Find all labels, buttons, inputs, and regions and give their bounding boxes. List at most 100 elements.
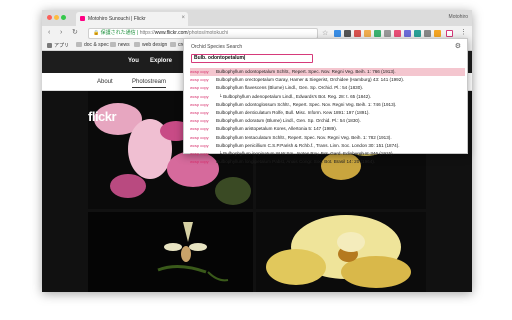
results-list: wcsp copy Bulbophyllum odontopetalum Schl…	[190, 68, 465, 166]
extension-icon[interactable]	[394, 30, 401, 37]
minimize-window-button[interactable]	[54, 15, 59, 20]
species-citation: Bulbophyllum denticulatum Rolfe, Bull. M…	[216, 109, 370, 115]
result-row[interactable]: wcsp copy Bulbophyllum orectopetalum Gara…	[190, 76, 465, 84]
folder-icon	[134, 42, 140, 47]
extension-icon[interactable]	[354, 30, 361, 37]
lock-icon: 🔒	[93, 30, 100, 36]
result-row[interactable]: wcsp copy Bulbophyllum longipetalum Pabst…	[190, 158, 465, 166]
gear-icon[interactable]: ⚙	[455, 42, 461, 50]
species-citation: Bulbophyllum inopinatum W.W.Sm., Notes R…	[223, 150, 394, 156]
result-row[interactable]: wcsp copy Bulbophyllum penicillium C.S.P.…	[190, 142, 465, 150]
species-name: Bulbophyllum penicillium C.S.P.Parish & …	[216, 143, 400, 148]
species-citation: Bulbophyllum odontopetalum Schltr., Repe…	[216, 69, 396, 74]
species-name: Bulbophyllum adenopetalum Lindl., Edward…	[223, 94, 371, 99]
flickr-favicon-icon	[80, 16, 85, 21]
nav-explore[interactable]: Explore	[150, 58, 172, 64]
species-name: Bulbophyllum odoratum (Blume) Lindl., Ge…	[216, 118, 361, 123]
browser-menu-icon[interactable]: ⋮	[460, 29, 467, 37]
bookmark-item[interactable]: アプリ	[47, 42, 69, 49]
species-citation: Bulbophyllum penicillium C.S.P.Parish & …	[216, 142, 400, 148]
species-name: Bulbophyllum aristopetalum Kores, Allert…	[216, 126, 337, 131]
wcsp-copy-link[interactable]: wcsp copy	[190, 84, 216, 92]
wcsp-copy-link[interactable]: wcsp copy	[190, 109, 216, 117]
result-row[interactable]: wcsp copy Bulbophyllum denticulatum Rolfe…	[190, 109, 465, 117]
species-citation: Bulbophyllum aristopetalum Kores, Allert…	[216, 126, 338, 132]
photo-white-orchid[interactable]	[88, 212, 253, 292]
reload-button[interactable]: ↻	[72, 29, 78, 37]
wcsp-copy-link[interactable]: wcsp copy	[190, 142, 216, 150]
species-name: Bulbophyllum odontoglossum Schltr., Repe…	[216, 102, 396, 107]
wcsp-copy-link[interactable]: wcsp copy	[190, 93, 216, 101]
wcsp-copy-link[interactable]: wcsp copy	[190, 68, 216, 76]
bookmark-item[interactable]: web design	[134, 42, 167, 48]
orchid-search-popup: Orchid Species Search ⚙ Bulb. odontopeta…	[183, 38, 468, 164]
maximize-window-button[interactable]	[61, 15, 66, 20]
extension-icon[interactable]	[384, 30, 391, 37]
bookmark-item[interactable]: doc & spec	[76, 42, 109, 48]
species-name: Bulbophyllum flavescens (Blume) Lindl., …	[216, 85, 363, 90]
species-citation: Bulbophyllum flavescens (Blume) Lindl., …	[216, 85, 364, 91]
tab-about[interactable]: About	[97, 79, 113, 85]
result-row[interactable]: wcsp copy Bulbophyllum aristopetalum Kore…	[190, 125, 465, 133]
extension-icon[interactable]	[414, 30, 421, 37]
extension-icon[interactable]	[404, 30, 411, 37]
bookmark-star-icon[interactable]: ☆	[322, 29, 328, 37]
extension-icon[interactable]	[424, 30, 431, 37]
tab-title: Motohiro Sunouchi | Flickr	[88, 16, 146, 22]
url-path: /photos/motokuchi	[187, 30, 229, 36]
url-protocol: https://	[139, 30, 155, 36]
wcsp-copy-link[interactable]: wcsp copy	[190, 158, 216, 166]
folder-icon	[76, 42, 82, 47]
result-row[interactable]: wcsp copy └ Bulbophyllum inopinatum W.W.…	[190, 150, 465, 158]
wcsp-copy-link[interactable]: wcsp copy	[190, 125, 216, 133]
close-tab-icon[interactable]: ×	[181, 15, 185, 21]
wcsp-copy-link[interactable]: wcsp copy	[190, 150, 216, 158]
species-name: Bulbophyllum tentaculatum Schltr., Reper…	[216, 135, 392, 140]
extension-icon[interactable]	[364, 30, 371, 37]
species-citation: Bulbophyllum orectopetalum Garay, Hamer …	[216, 77, 405, 83]
folder-icon	[110, 42, 116, 47]
forward-button[interactable]: ›	[60, 29, 62, 37]
extension-icon[interactable]	[334, 30, 341, 37]
wcsp-copy-link[interactable]: wcsp copy	[190, 117, 216, 125]
species-citation: Bulbophyllum longipetalum Pabst, Anais C…	[216, 159, 376, 165]
profile-name[interactable]: Motohiro	[449, 14, 468, 20]
species-name: Bulbophyllum odontopetalum Schltr., Repe…	[216, 69, 396, 74]
nav-you[interactable]: You	[128, 58, 139, 64]
species-search-input[interactable]: Bulb. odontopetalum|	[191, 54, 313, 63]
tab-photostream[interactable]: Photostream	[132, 79, 167, 88]
result-row[interactable]: wcsp copy Bulbophyllum tentaculatum Schlt…	[190, 134, 465, 142]
back-button[interactable]: ‹	[48, 29, 50, 37]
orchid-search-extension-icon[interactable]	[446, 30, 453, 37]
security-label: 保護された通信	[100, 30, 136, 36]
extension-icon[interactable]	[374, 30, 381, 37]
result-row[interactable]: wcsp copy Bulbophyllum odoratum (Blume) L…	[190, 117, 465, 125]
wcsp-copy-link[interactable]: wcsp copy	[190, 101, 216, 109]
wcsp-copy-link[interactable]: wcsp copy	[190, 134, 216, 142]
tab-bar: Motohiro Sunouchi | Flickr × Motohiro	[42, 10, 472, 26]
extension-icon[interactable]	[344, 30, 351, 37]
result-row[interactable]: wcsp copy Bulbophyllum odontoglossum Schl…	[190, 101, 465, 109]
popup-title: Orchid Species Search	[191, 44, 243, 50]
species-name: Bulbophyllum longipetalum Pabst, Anais C…	[216, 159, 375, 164]
extension-icon[interactable]	[434, 30, 441, 37]
url-host: www.flickr.com	[154, 30, 188, 36]
species-name: Bulbophyllum denticulatum Rolfe, Bull. M…	[216, 110, 370, 115]
species-citation: Bulbophyllum odontoglossum Schltr., Repe…	[216, 101, 397, 107]
species-citation: Bulbophyllum tentaculatum Schltr., Reper…	[216, 134, 392, 140]
species-citation: Bulbophyllum adenopetalum Lindl., Edward…	[223, 93, 372, 99]
tab-flickr[interactable]: Motohiro Sunouchi | Flickr ×	[76, 12, 188, 26]
wcsp-copy-link[interactable]: wcsp copy	[190, 76, 216, 84]
species-citation: Bulbophyllum odoratum (Blume) Lindl., Ge…	[216, 118, 361, 124]
bookmark-item[interactable]: news	[110, 42, 130, 48]
result-row[interactable]: wcsp copy Bulbophyllum odontopetalum Schl…	[190, 68, 465, 77]
folder-icon	[170, 42, 176, 47]
flickr-logo[interactable]: flickr	[88, 109, 117, 124]
result-row[interactable]: wcsp copy Bulbophyllum flavescens (Blume)…	[190, 84, 465, 92]
close-window-button[interactable]	[47, 15, 52, 20]
apps-icon	[47, 43, 52, 48]
species-name: Bulbophyllum orectopetalum Garay, Hamer …	[216, 77, 404, 82]
photo-yellow-orchid-bottom[interactable]	[256, 212, 426, 292]
species-name: Bulbophyllum inopinatum W.W.Sm., Notes R…	[223, 151, 394, 156]
result-row[interactable]: wcsp copy └ Bulbophyllum adenopetalum Li…	[190, 93, 465, 101]
